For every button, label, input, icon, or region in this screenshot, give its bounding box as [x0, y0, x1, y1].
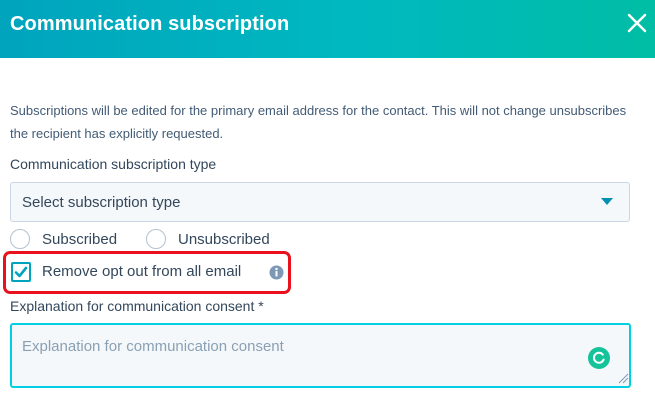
- checkmark-icon: [14, 266, 28, 278]
- consent-placeholder: Explanation for communication consent: [22, 338, 284, 355]
- opt-out-label[interactable]: Remove opt out from all email: [42, 263, 241, 280]
- caret-down-icon: [601, 198, 613, 205]
- info-icon[interactable]: [269, 265, 284, 280]
- modal-header: Communication subscription: [0, 0, 655, 58]
- radio-unsubscribed[interactable]: Unsubscribed: [146, 228, 270, 250]
- close-icon: [627, 13, 647, 33]
- radio-subscribed[interactable]: Subscribed: [10, 228, 117, 250]
- select-value: Select subscription type: [22, 194, 181, 211]
- modal-title: Communication subscription: [10, 13, 290, 35]
- radio-button[interactable]: [146, 229, 166, 249]
- close-button[interactable]: [624, 10, 650, 36]
- resize-handle-icon[interactable]: [618, 373, 629, 384]
- grammarly-icon[interactable]: [588, 347, 610, 369]
- radio-subscribed-label: Subscribed: [42, 230, 118, 248]
- subscription-type-select[interactable]: Select subscription type: [10, 182, 630, 222]
- subscription-type-label: Communication subscription type: [10, 156, 217, 172]
- consent-textarea[interactable]: Explanation for communication consent: [10, 323, 631, 388]
- radio-button[interactable]: [10, 229, 30, 249]
- opt-out-checkbox[interactable]: [11, 262, 31, 282]
- radio-unsubscribed-label: Unsubscribed: [178, 230, 270, 248]
- subscription-description: Subscriptions will be edited for the pri…: [10, 103, 627, 141]
- consent-label: Explanation for communication consent *: [10, 298, 264, 314]
